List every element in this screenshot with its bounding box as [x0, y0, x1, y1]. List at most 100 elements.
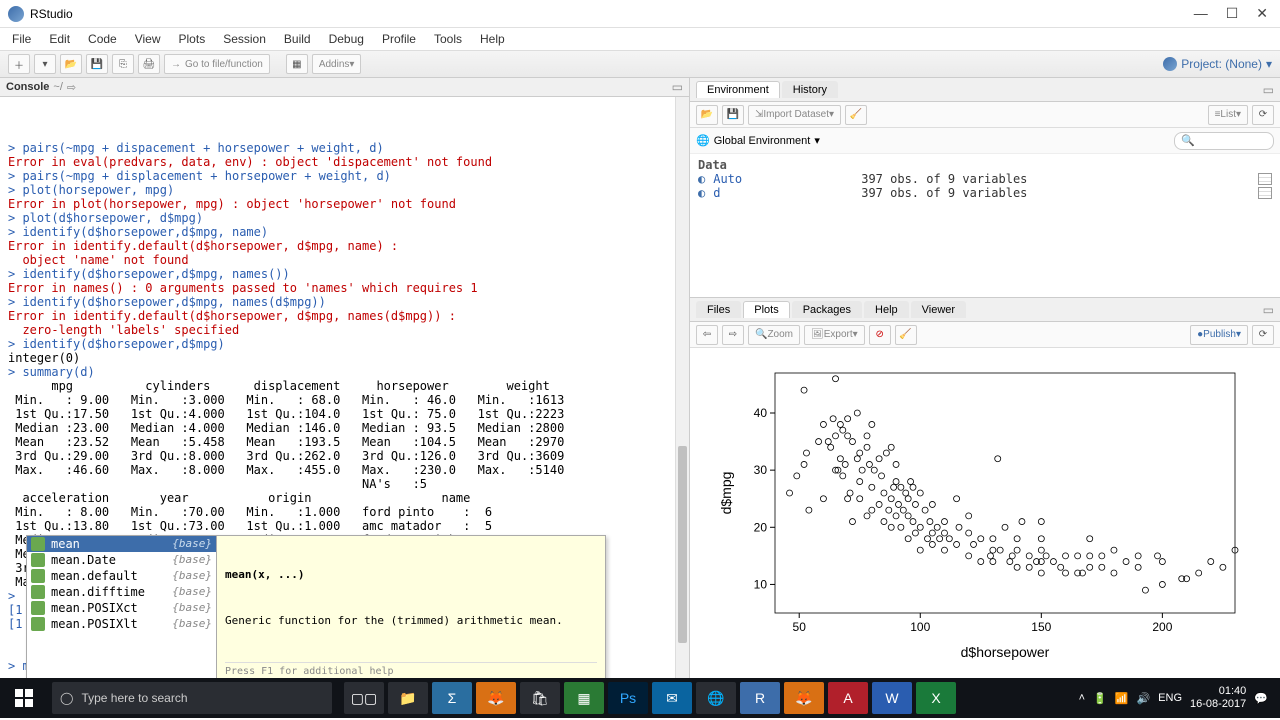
app-icon-1[interactable]: Σ [432, 682, 472, 714]
rstudio-logo-icon [8, 6, 24, 22]
windows-taskbar[interactable]: ◯ Type here to search ▢▢ 📁 Σ 🦊 🛍 ▦ Ps ✉ … [0, 678, 1280, 718]
plot-canvas: 5010015020010203040d$horsepowerd$mpg [690, 348, 1280, 678]
plot-back-button[interactable]: ⇦ [696, 325, 718, 345]
explorer-icon[interactable]: 📁 [388, 682, 428, 714]
ac-item-mean.POSIXlt[interactable]: mean.POSIXlt{base} [27, 616, 216, 632]
menu-plots[interactable]: Plots [179, 32, 206, 46]
grid-icon[interactable] [1258, 173, 1272, 185]
close-button[interactable]: ✕ [1256, 5, 1268, 22]
autocomplete-description: Generic function for the (trimmed) arith… [225, 614, 597, 628]
plot-remove-button[interactable]: ⊘ [869, 325, 891, 345]
ac-item-mean.default[interactable]: mean.default{base} [27, 568, 216, 584]
plot-forward-button[interactable]: ⇨ [722, 325, 744, 345]
save-button[interactable]: 💾 [86, 54, 108, 74]
menu-view[interactable]: View [135, 32, 161, 46]
photoshop-icon[interactable]: Ps [608, 682, 648, 714]
console-scrollbar[interactable] [675, 97, 689, 678]
env-scope[interactable]: Global Environment [714, 135, 811, 147]
word-icon[interactable]: W [872, 682, 912, 714]
autocomplete-list[interactable]: mean{base}mean.Date{base}mean.default{ba… [27, 536, 217, 678]
outlook-icon[interactable]: ✉ [652, 682, 692, 714]
autocomplete-popup: mean{base}mean.Date{base}mean.default{ba… [26, 535, 606, 678]
menu-profile[interactable]: Profile [382, 32, 416, 46]
svg-text:d$horsepower: d$horsepower [961, 644, 1050, 660]
tab-environment[interactable]: Environment [696, 81, 780, 98]
minimize-button[interactable]: — [1194, 5, 1208, 22]
ac-item-mean.POSIXct[interactable]: mean.POSIXct{base} [27, 600, 216, 616]
svg-text:20: 20 [754, 520, 768, 534]
start-button[interactable] [0, 678, 48, 718]
tab-viewer[interactable]: Viewer [911, 301, 966, 318]
grid-icon[interactable] [1258, 187, 1272, 199]
new-file-button[interactable]: ＋ [8, 54, 30, 74]
acrobat-icon[interactable]: A [828, 682, 868, 714]
env-row-Auto[interactable]: ◐Auto397 obs. of 9 variables [698, 172, 1272, 186]
firefox-icon[interactable]: 🦊 [476, 682, 516, 714]
tab-files[interactable]: Files [696, 301, 741, 318]
new-project-button[interactable]: ▾ [34, 54, 56, 74]
print-button[interactable]: 🖨 [138, 54, 160, 74]
plot-maximize-icon[interactable]: ▭ [1263, 303, 1274, 317]
svg-text:40: 40 [754, 406, 768, 420]
tab-help[interactable]: Help [864, 301, 909, 318]
env-search-input[interactable] [1174, 132, 1274, 150]
clock-date[interactable]: 16-08-2017 [1190, 698, 1246, 711]
plot-clear-button[interactable]: 🧹 [895, 325, 917, 345]
save-workspace-button[interactable]: 💾 [722, 105, 744, 125]
menu-session[interactable]: Session [223, 32, 266, 46]
task-view-icon[interactable]: ▢▢ [344, 682, 384, 714]
maximize-button[interactable]: ☐ [1226, 5, 1239, 22]
clock-time[interactable]: 01:40 [1190, 685, 1246, 698]
plot-refresh-button[interactable]: ⟳ [1252, 325, 1274, 345]
wifi-icon[interactable]: 📶 [1115, 692, 1129, 705]
goto-file-function[interactable]: →Go to file/function [164, 54, 270, 74]
import-dataset-button[interactable]: ⇲ Import Dataset ▾ [748, 105, 841, 125]
plot-publish-button[interactable]: ● Publish ▾ [1190, 325, 1248, 345]
tab-packages[interactable]: Packages [792, 301, 862, 318]
menu-file[interactable]: File [12, 32, 31, 46]
firefox-running-icon[interactable]: 🦊 [784, 682, 824, 714]
menu-tools[interactable]: Tools [434, 32, 462, 46]
ac-item-mean.difftime[interactable]: mean.difftime{base} [27, 584, 216, 600]
ac-item-mean.Date[interactable]: mean.Date{base} [27, 552, 216, 568]
store-icon[interactable]: 🛍 [520, 682, 560, 714]
console-output[interactable]: > pairs(~mpg + dispacement + horsepower … [0, 97, 675, 678]
autocomplete-signature: mean(x, ...) [225, 568, 597, 582]
open-file-button[interactable]: 📂 [60, 54, 82, 74]
menu-edit[interactable]: Edit [49, 32, 70, 46]
lang-indicator[interactable]: ENG [1158, 692, 1182, 704]
taskbar-apps: ▢▢ 📁 Σ 🦊 🛍 ▦ Ps ✉ 🌐 R 🦊 A W X [344, 682, 956, 714]
load-workspace-button[interactable]: 📂 [696, 105, 718, 125]
save-all-button[interactable]: ⎘ [112, 54, 134, 74]
menu-code[interactable]: Code [88, 32, 117, 46]
app-icon-2[interactable]: ▦ [564, 682, 604, 714]
clear-workspace-button[interactable]: 🧹 [845, 105, 867, 125]
env-refresh-button[interactable]: ⟳ [1252, 105, 1274, 125]
rstudio-taskbar-icon[interactable]: R [740, 682, 780, 714]
addins-button[interactable]: Addins ▾ [312, 54, 362, 74]
tab-plots[interactable]: Plots [743, 301, 789, 318]
project-label[interactable]: Project: (None) [1181, 57, 1262, 71]
menu-debug[interactable]: Debug [329, 32, 364, 46]
env-section-data: Data [698, 158, 1272, 172]
volume-icon[interactable]: 🔊 [1136, 692, 1150, 705]
menu-help[interactable]: Help [480, 32, 505, 46]
battery-icon[interactable]: 🔋 [1093, 692, 1107, 705]
plot-zoom-button[interactable]: 🔍 Zoom [748, 325, 800, 345]
excel-icon[interactable]: X [916, 682, 956, 714]
console-maximize-icon[interactable]: ▭ [672, 80, 683, 94]
plot-export-button[interactable]: 🖼 Export ▾ [804, 325, 865, 345]
menu-build[interactable]: Build [284, 32, 311, 46]
env-row-d[interactable]: ◐d397 obs. of 9 variables [698, 186, 1272, 200]
taskbar-search[interactable]: ◯ Type here to search [52, 682, 332, 714]
window-title: RStudio [30, 7, 73, 21]
env-view-list-button[interactable]: ≡ List ▾ [1208, 105, 1248, 125]
env-maximize-icon[interactable]: ▭ [1263, 83, 1274, 97]
ac-item-mean[interactable]: mean{base} [27, 536, 216, 552]
chrome-icon[interactable]: 🌐 [696, 682, 736, 714]
tray-up-icon[interactable]: ˄ [1079, 692, 1085, 704]
grid-button[interactable]: ▦ [286, 54, 308, 74]
tab-history[interactable]: History [782, 81, 838, 98]
plot-tabs: Files Plots Packages Help Viewer ▭ [690, 298, 1280, 322]
action-center-icon[interactable]: 💬 [1254, 692, 1268, 705]
